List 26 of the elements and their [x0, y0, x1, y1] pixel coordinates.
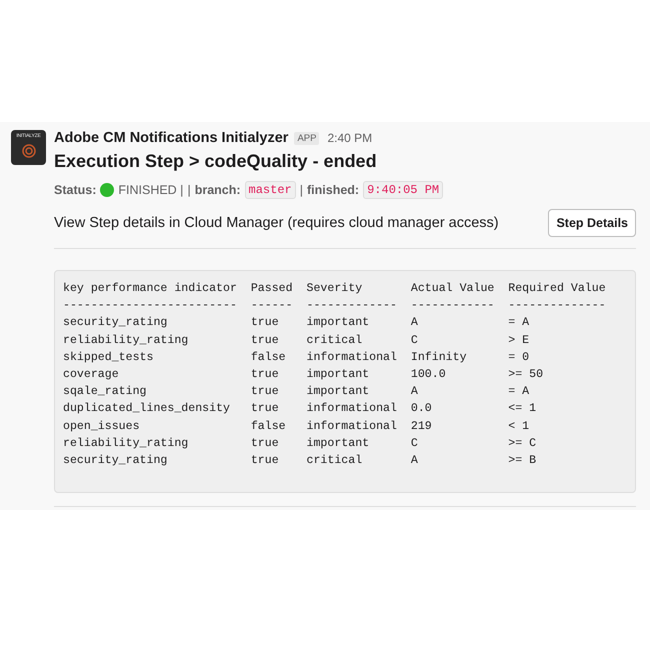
- details-text: View Step details in Cloud Manager (requires cloud manager access): [54, 215, 499, 231]
- status-text: |: [187, 183, 191, 197]
- code-line: skipped_tests false informational Infinity = 0: [63, 350, 530, 366]
- status-label: Status:: [54, 183, 96, 197]
- code-line: coverage true important 100.0 >= 50: [63, 367, 544, 384]
- code-line: reliability_rating true important C >= C: [63, 436, 536, 452]
- step-details-button[interactable]: Step Details: [548, 209, 636, 237]
- code-line: sqale_rating true important A = A: [63, 384, 530, 400]
- status-label: branch:: [194, 183, 241, 197]
- message-title: Execution Step > codeQuality - ended: [54, 151, 378, 172]
- code-line: security_rating true critical A >= B: [63, 453, 536, 470]
- code-value: master: [244, 181, 296, 199]
- code-line: reliability_rating true critical C > E: [63, 332, 530, 349]
- code-line: security_rating true important A = A: [63, 315, 530, 332]
- message-time[interactable]: 2:40 PM: [327, 131, 372, 145]
- target-icon: [22, 144, 36, 158]
- sender-name[interactable]: Adobe CM Notifications Initialyzer: [54, 130, 288, 146]
- code-line: key performance indicator Passed Severity Actual Value Required Value: [63, 281, 606, 297]
- code-line: ------------------------- ------ ------------- ------------ --------------: [63, 298, 606, 314]
- code-line: open_issues false informational 219 < 1: [63, 418, 530, 435]
- code-value: 9:40:05 PM: [363, 181, 444, 199]
- status-text: FINISHED |: [118, 183, 184, 197]
- app-badge: APP: [294, 132, 320, 144]
- status-text: |: [300, 183, 303, 197]
- code-line: duplicated_lines_density true informational 0.0 <= 1: [63, 401, 536, 418]
- status-label: finished:: [307, 183, 360, 197]
